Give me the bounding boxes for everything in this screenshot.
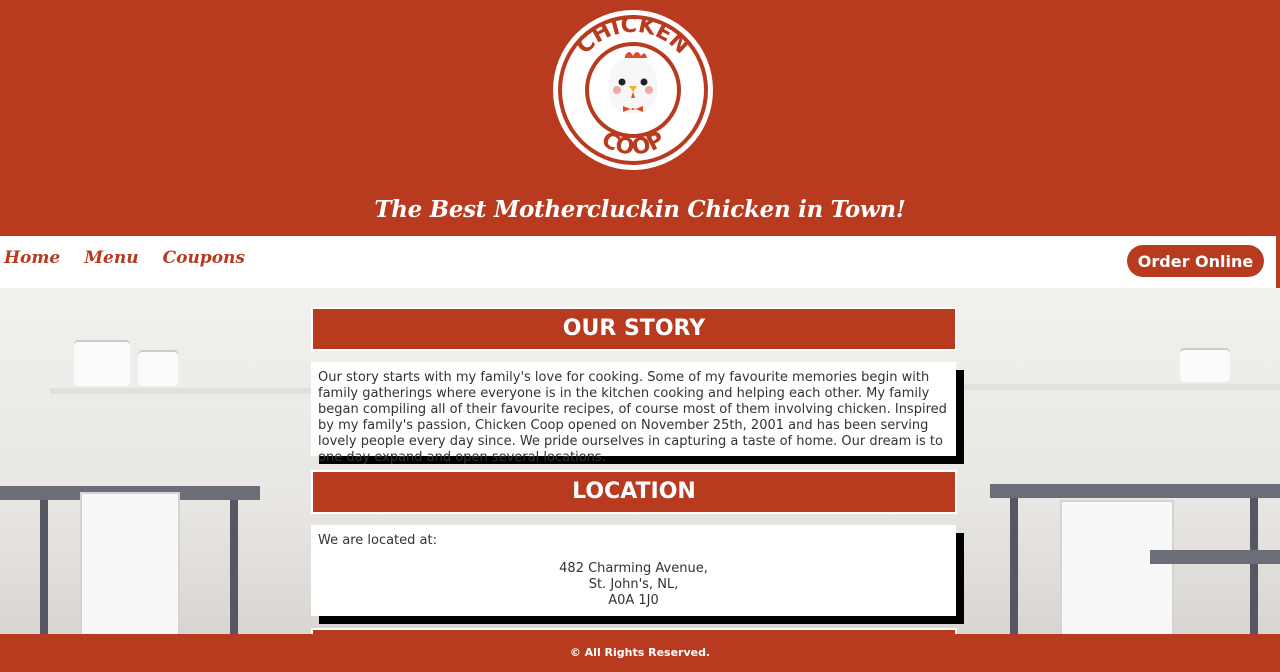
table-leg — [1250, 498, 1258, 634]
table-leg — [1010, 498, 1018, 634]
order-online-button[interactable]: Order Online — [1127, 245, 1264, 277]
address-line-street: 482 Charming Avenue, — [559, 561, 708, 576]
table-right — [990, 484, 1280, 498]
table-right-front — [1150, 550, 1280, 564]
site-header: CHICKEN COOP The Best Mothercluckin Chic… — [0, 0, 1280, 234]
plate-stack-left — [74, 340, 130, 386]
nav-home-link[interactable]: Home — [4, 248, 60, 268]
table-leg — [230, 500, 238, 634]
our-story-card: Our story starts with my family's love f… — [311, 362, 956, 465]
nav-links: Home Menu Coupons — [4, 248, 245, 268]
location-card: We are located at: 482 Charming Avenue, … — [311, 525, 956, 616]
chicken-coop-logo[interactable]: CHICKEN COOP — [547, 10, 719, 170]
plate-stack-right — [1180, 348, 1230, 382]
site-footer: © All Rights Reserved. — [0, 634, 1280, 659]
plate-stack-left-2 — [138, 350, 178, 386]
address-line-city: St. John's, NL, — [588, 577, 679, 592]
nav-menu-link[interactable]: Menu — [84, 248, 138, 268]
nav-coupons-link[interactable]: Coupons — [163, 248, 245, 268]
chair-right — [1060, 500, 1174, 634]
our-story-text: Our story starts with my family's love f… — [318, 370, 947, 465]
main-navbar: Home Menu Coupons Order Online — [0, 234, 1278, 290]
shelf-left — [50, 388, 320, 394]
address-line-postal: A0A 1J0 — [608, 593, 659, 608]
table-leg — [40, 500, 48, 634]
chair-left — [80, 492, 180, 634]
address-block: 482 Charming Avenue, St. John's, NL, A0A… — [311, 548, 956, 609]
our-story-heading: OUR STORY — [311, 307, 957, 351]
location-intro: We are located at: — [318, 533, 437, 548]
tagline: The Best Mothercluckin Chicken in Town! — [374, 196, 906, 223]
location-heading: LOCATION — [311, 470, 957, 514]
shelf-right — [960, 384, 1280, 390]
